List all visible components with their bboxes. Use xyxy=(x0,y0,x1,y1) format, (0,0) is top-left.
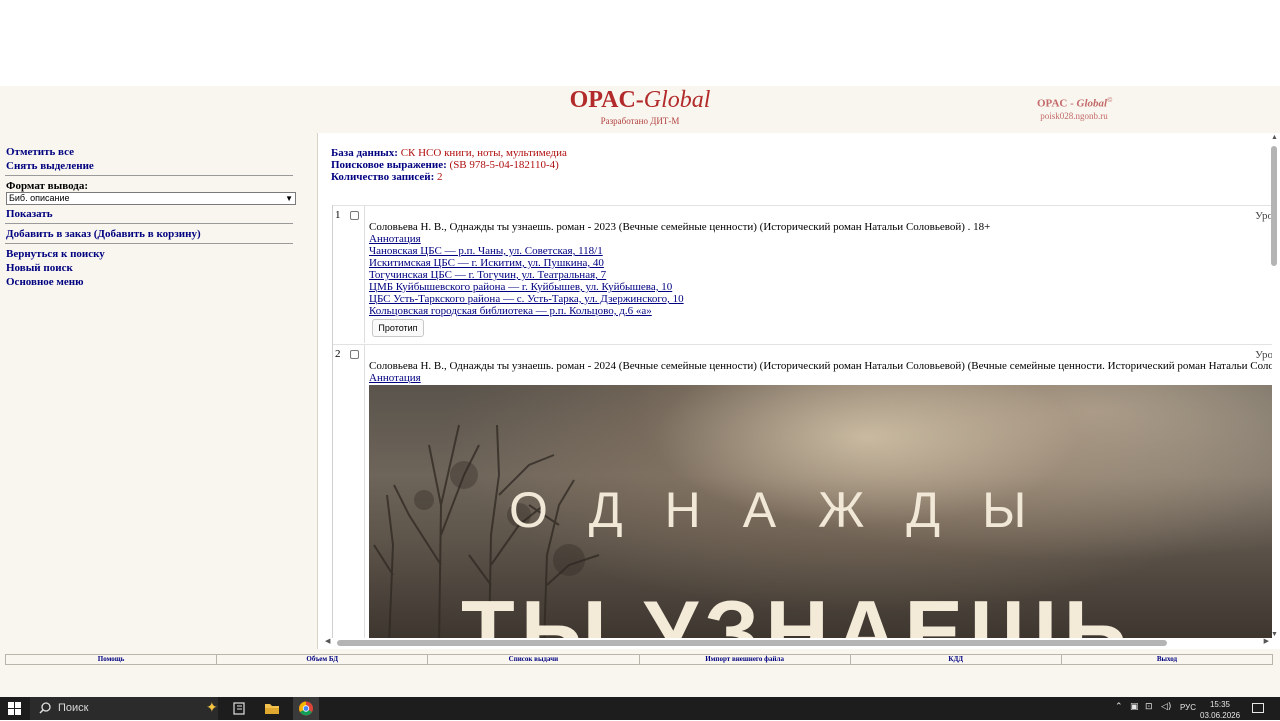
database-value: СК НСО книги, ноты, мультимедиа xyxy=(400,147,567,159)
holding-link[interactable]: ЦБС Усть-Таркского района — с. Усть-Тарк… xyxy=(369,293,990,305)
app-header: OPAC-Global Разработано ДИТ-М OPAC - Glo… xyxy=(0,86,1280,133)
brand-right-main: OPAC - xyxy=(1037,97,1077,110)
logo-title: OPAC-Global xyxy=(570,86,711,114)
add-to-order-link[interactable]: Добавить в заказ (Добавить в корзину) xyxy=(6,228,201,240)
record-title: Соловьева Н. В., Однажды ты узнаешь. ром… xyxy=(369,360,1272,372)
scroll-thumb[interactable] xyxy=(337,640,1167,646)
show-link[interactable]: Показать xyxy=(6,208,53,220)
bottom-navigation: Помощь Объем БД Список выдачи Импорт вне… xyxy=(0,649,1280,697)
record-divider xyxy=(364,206,365,343)
query-value: (SB 978-5-04-182110-4) xyxy=(449,159,559,171)
holding-link[interactable]: Тогучинская ЦБС — г. Тогучин, ул. Театра… xyxy=(369,269,990,281)
search-info: База данных: СК НСО книги, ноты, мультим… xyxy=(331,147,567,183)
scroll-right-icon[interactable]: ▶ xyxy=(1264,637,1269,645)
holding-link[interactable]: ЦМБ Куйбышевского района — г. Куйбышев, … xyxy=(369,281,990,293)
exit-link[interactable]: Выход xyxy=(1062,655,1272,664)
format-selected-value: Биб. описание xyxy=(9,193,70,203)
chevron-down-icon: ▼ xyxy=(285,194,293,203)
taskbar-search-box[interactable]: Поиск ✦ xyxy=(30,697,218,720)
record-checkbox[interactable] xyxy=(350,350,359,359)
network-icon[interactable]: ⊡ xyxy=(1145,702,1153,712)
logo-title-italic: Global xyxy=(643,87,711,113)
search-placeholder: Поиск xyxy=(58,702,89,714)
vertical-scrollbar[interactable]: ▲ ▼ xyxy=(1270,133,1278,638)
record-number: 1 xyxy=(335,209,341,221)
format-select[interactable]: Биб. описание ▼ xyxy=(6,192,296,205)
record-row: 2 Уро Соловьева Н. В., Однажды ты узнаеш… xyxy=(333,344,1272,638)
holding-link[interactable]: Чановская ЦБС — р.п. Чаны, ул. Советская… xyxy=(369,245,990,257)
left-menu: Отметить все Снять выделение Формат выво… xyxy=(0,133,318,649)
record-body: Соловьева Н. В., Однажды ты узнаешь. ром… xyxy=(369,360,1272,384)
clock-date: 03.06.2026 xyxy=(1200,711,1241,720)
tray-chevron-icon[interactable]: ⌃ xyxy=(1115,702,1123,712)
language-indicator[interactable]: РУС xyxy=(1180,703,1196,712)
format-label: Формат вывода: xyxy=(6,180,88,192)
cover-title-line2: ТЫ УЗНАЕШЬ xyxy=(461,582,1133,638)
scroll-up-icon[interactable]: ▲ xyxy=(1271,133,1278,141)
task-view-icon[interactable] xyxy=(230,700,248,717)
volume-icon[interactable]: ◁) xyxy=(1161,702,1171,712)
count-line: Количество записей: 2 xyxy=(331,171,567,183)
brand-right-italic: Global xyxy=(1076,97,1108,110)
chrome-icon[interactable] xyxy=(297,700,315,717)
count-value: 2 xyxy=(437,171,443,183)
clock-time: 15:35 xyxy=(1209,700,1231,709)
copyright-mark: © xyxy=(1107,96,1113,104)
import-file-link[interactable]: Импорт внешнего файла xyxy=(640,655,851,664)
prototype-button[interactable]: Прототип xyxy=(372,319,424,337)
help-link[interactable]: Помощь xyxy=(6,655,218,664)
menu-divider xyxy=(5,243,293,244)
results-panel: База данных: СК НСО книги, ноты, мультим… xyxy=(319,133,1280,649)
magnifier-icon xyxy=(39,702,51,714)
brand-right-host: poisk028.ngonb.ru xyxy=(1040,110,1108,121)
results-list: 1 Уро Соловьева Н. В., Однажды ты узнаеш… xyxy=(332,205,1272,638)
bottom-nav-bar: Помощь Объем БД Список выдачи Импорт вне… xyxy=(5,654,1273,665)
kdd-link[interactable]: КДД xyxy=(851,655,1062,664)
folder-icon[interactable] xyxy=(263,700,281,717)
database-line: База данных: СК НСО книги, ноты, мультим… xyxy=(331,147,567,159)
db-size-link[interactable]: Объем БД xyxy=(217,655,429,664)
record-divider xyxy=(364,345,365,638)
annotation-link[interactable]: Аннотация xyxy=(369,372,1272,384)
record-title: Соловьева Н. В., Однажды ты узнаешь. ром… xyxy=(369,221,991,233)
holding-link[interactable]: Искитимская ЦБС — г. Искитим, ул. Пушкин… xyxy=(369,257,990,269)
loan-list-link[interactable]: Список выдачи xyxy=(428,655,640,664)
menu-divider xyxy=(5,223,293,224)
query-line: Поисковое выражение: (SB 978-5-04-182110… xyxy=(331,159,567,171)
brand-right: OPAC - Global© poisk028.ngonb.ru xyxy=(1037,96,1113,121)
windows-taskbar: Поиск ✦ ⌃ ▣ ⊡ ◁) РУС 15:35 03.06.2026 xyxy=(0,697,1280,720)
cover-title-line1: ОДНАЖДЫ xyxy=(509,482,1069,538)
menu-divider xyxy=(5,175,293,176)
unmark-link[interactable]: Снять выделение xyxy=(6,160,94,172)
count-label: Количество записей: xyxy=(331,171,435,183)
annotation-link[interactable]: Аннотация xyxy=(369,233,990,245)
record-number: 2 xyxy=(335,348,341,360)
mark-all-link[interactable]: Отметить все xyxy=(6,146,74,158)
clock[interactable]: 15:35 03.06.2026 xyxy=(1200,699,1240,721)
holding-link[interactable]: Кольцовская городская библиотека — р.п. … xyxy=(369,305,990,317)
scroll-thumb[interactable] xyxy=(1271,146,1277,266)
sparkle-icon[interactable]: ✦ xyxy=(206,700,218,717)
record-body: Соловьева Н. В., Однажды ты узнаешь. ром… xyxy=(369,221,990,317)
new-search-link[interactable]: Новый поиск xyxy=(6,262,73,274)
back-to-search-link[interactable]: Вернуться к поиску xyxy=(6,248,105,260)
scroll-down-icon[interactable]: ▼ xyxy=(1271,630,1278,638)
notification-icon[interactable] xyxy=(1252,703,1264,713)
windows-logo-icon[interactable] xyxy=(8,702,21,715)
brand-right-title: OPAC - Global© xyxy=(1037,96,1113,110)
book-cover-image[interactable]: ОДНАЖДЫ ТЫ УЗНАЕШЬ xyxy=(369,385,1272,638)
record-row: 1 Уро Соловьева Н. В., Однажды ты узнаеш… xyxy=(333,205,1272,343)
main-menu-link[interactable]: Основное меню xyxy=(6,276,84,288)
tray-app-icon[interactable]: ▣ xyxy=(1130,702,1139,712)
scroll-left-icon[interactable]: ◀ xyxy=(325,637,330,645)
database-label: База данных: xyxy=(331,147,398,159)
horizontal-scrollbar[interactable]: ◀ ▶ xyxy=(325,637,1269,647)
record-checkbox[interactable] xyxy=(350,211,359,220)
logo-title-main: OPAC- xyxy=(569,87,644,113)
query-label: Поисковое выражение: xyxy=(331,159,447,171)
